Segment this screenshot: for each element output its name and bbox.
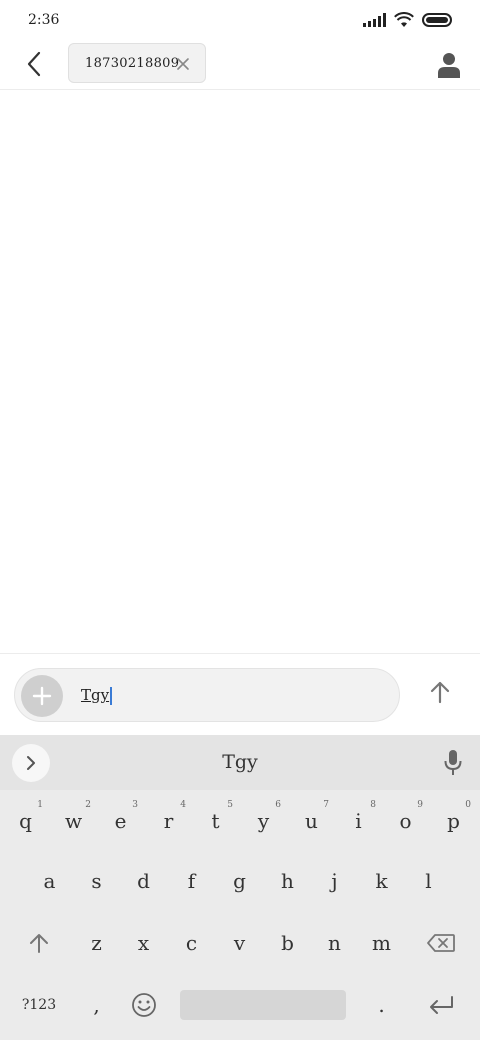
- microphone-icon: [444, 750, 462, 775]
- backspace-icon: [427, 934, 455, 952]
- key-x[interactable]: x: [120, 913, 167, 973]
- key-e[interactable]: e3: [97, 791, 144, 851]
- send-button[interactable]: [424, 676, 456, 708]
- key-d[interactable]: d: [120, 851, 167, 911]
- emoji-key[interactable]: [120, 975, 167, 1035]
- battery-icon: [422, 13, 452, 27]
- person-icon: [438, 53, 460, 78]
- key-l[interactable]: l: [405, 851, 452, 911]
- key-b[interactable]: b: [264, 913, 311, 973]
- keyboard: Tgy q1 w2 e3 r4 t5 y6 u7 i8 o9 p0 a s d …: [0, 735, 480, 1040]
- key-c[interactable]: c: [168, 913, 215, 973]
- enter-icon: [430, 996, 453, 1014]
- key-row-4: ?123 , .: [0, 975, 480, 1035]
- period-key[interactable]: .: [358, 975, 405, 1035]
- status-bar: 2:36: [0, 0, 480, 42]
- composer: Tgy: [0, 653, 480, 735]
- key-a[interactable]: a: [26, 851, 73, 911]
- key-y[interactable]: y6: [240, 791, 287, 851]
- emoji-icon: [131, 993, 156, 1017]
- message-text: Tgy: [81, 686, 113, 705]
- backspace-key[interactable]: [410, 913, 472, 973]
- shift-key[interactable]: [8, 913, 70, 973]
- key-w[interactable]: w2: [50, 791, 97, 851]
- text-caret: [110, 687, 113, 705]
- suggestion-bar: Tgy: [0, 735, 480, 790]
- message-input[interactable]: Tgy: [14, 668, 400, 722]
- contact-button[interactable]: [432, 48, 466, 82]
- key-row-1: q1 w2 e3 r4 t5 y6 u7 i8 o9 p0: [0, 791, 480, 851]
- key-p[interactable]: p0: [430, 791, 477, 851]
- shift-arrow-icon: [30, 934, 48, 953]
- key-n[interactable]: n: [311, 913, 358, 973]
- key-h[interactable]: h: [264, 851, 311, 911]
- key-i[interactable]: i8: [335, 791, 382, 851]
- back-arrow-icon: [27, 51, 41, 77]
- recipient-chip[interactable]: 18730218809: [68, 43, 206, 83]
- key-z[interactable]: z: [73, 913, 120, 973]
- enter-key[interactable]: [410, 975, 472, 1035]
- suggestion-word[interactable]: Tgy: [0, 751, 480, 773]
- key-k[interactable]: k: [358, 851, 405, 911]
- spacebar[interactable]: [180, 990, 346, 1020]
- plus-icon: [32, 686, 52, 706]
- close-icon[interactable]: [175, 56, 191, 72]
- status-time: 2:36: [28, 12, 60, 28]
- key-f[interactable]: f: [168, 851, 215, 911]
- voice-input-button[interactable]: [438, 747, 468, 779]
- arrow-up-icon: [430, 681, 450, 704]
- recipient-number: 18730218809: [85, 55, 180, 71]
- key-q[interactable]: q1: [2, 791, 49, 851]
- key-r[interactable]: r4: [145, 791, 192, 851]
- key-m[interactable]: m: [358, 913, 405, 973]
- key-row-3: z x c v b n m: [0, 913, 480, 973]
- add-attachment-button[interactable]: [21, 675, 63, 717]
- key-u[interactable]: u7: [288, 791, 335, 851]
- status-icons: [363, 12, 452, 28]
- signal-icon: [363, 13, 386, 27]
- key-v[interactable]: v: [216, 913, 263, 973]
- key-j[interactable]: j: [311, 851, 358, 911]
- key-row-2: a s d f g h j k l: [0, 851, 480, 911]
- key-s[interactable]: s: [73, 851, 120, 911]
- conversation-header: 18730218809: [0, 42, 480, 90]
- key-o[interactable]: o9: [382, 791, 429, 851]
- symbols-key[interactable]: ?123: [8, 975, 70, 1035]
- key-t[interactable]: t5: [192, 791, 239, 851]
- key-g[interactable]: g: [216, 851, 263, 911]
- back-button[interactable]: [18, 48, 50, 80]
- comma-key[interactable]: ,: [73, 975, 120, 1035]
- message-list[interactable]: [0, 91, 480, 653]
- wifi-icon: [394, 12, 414, 27]
